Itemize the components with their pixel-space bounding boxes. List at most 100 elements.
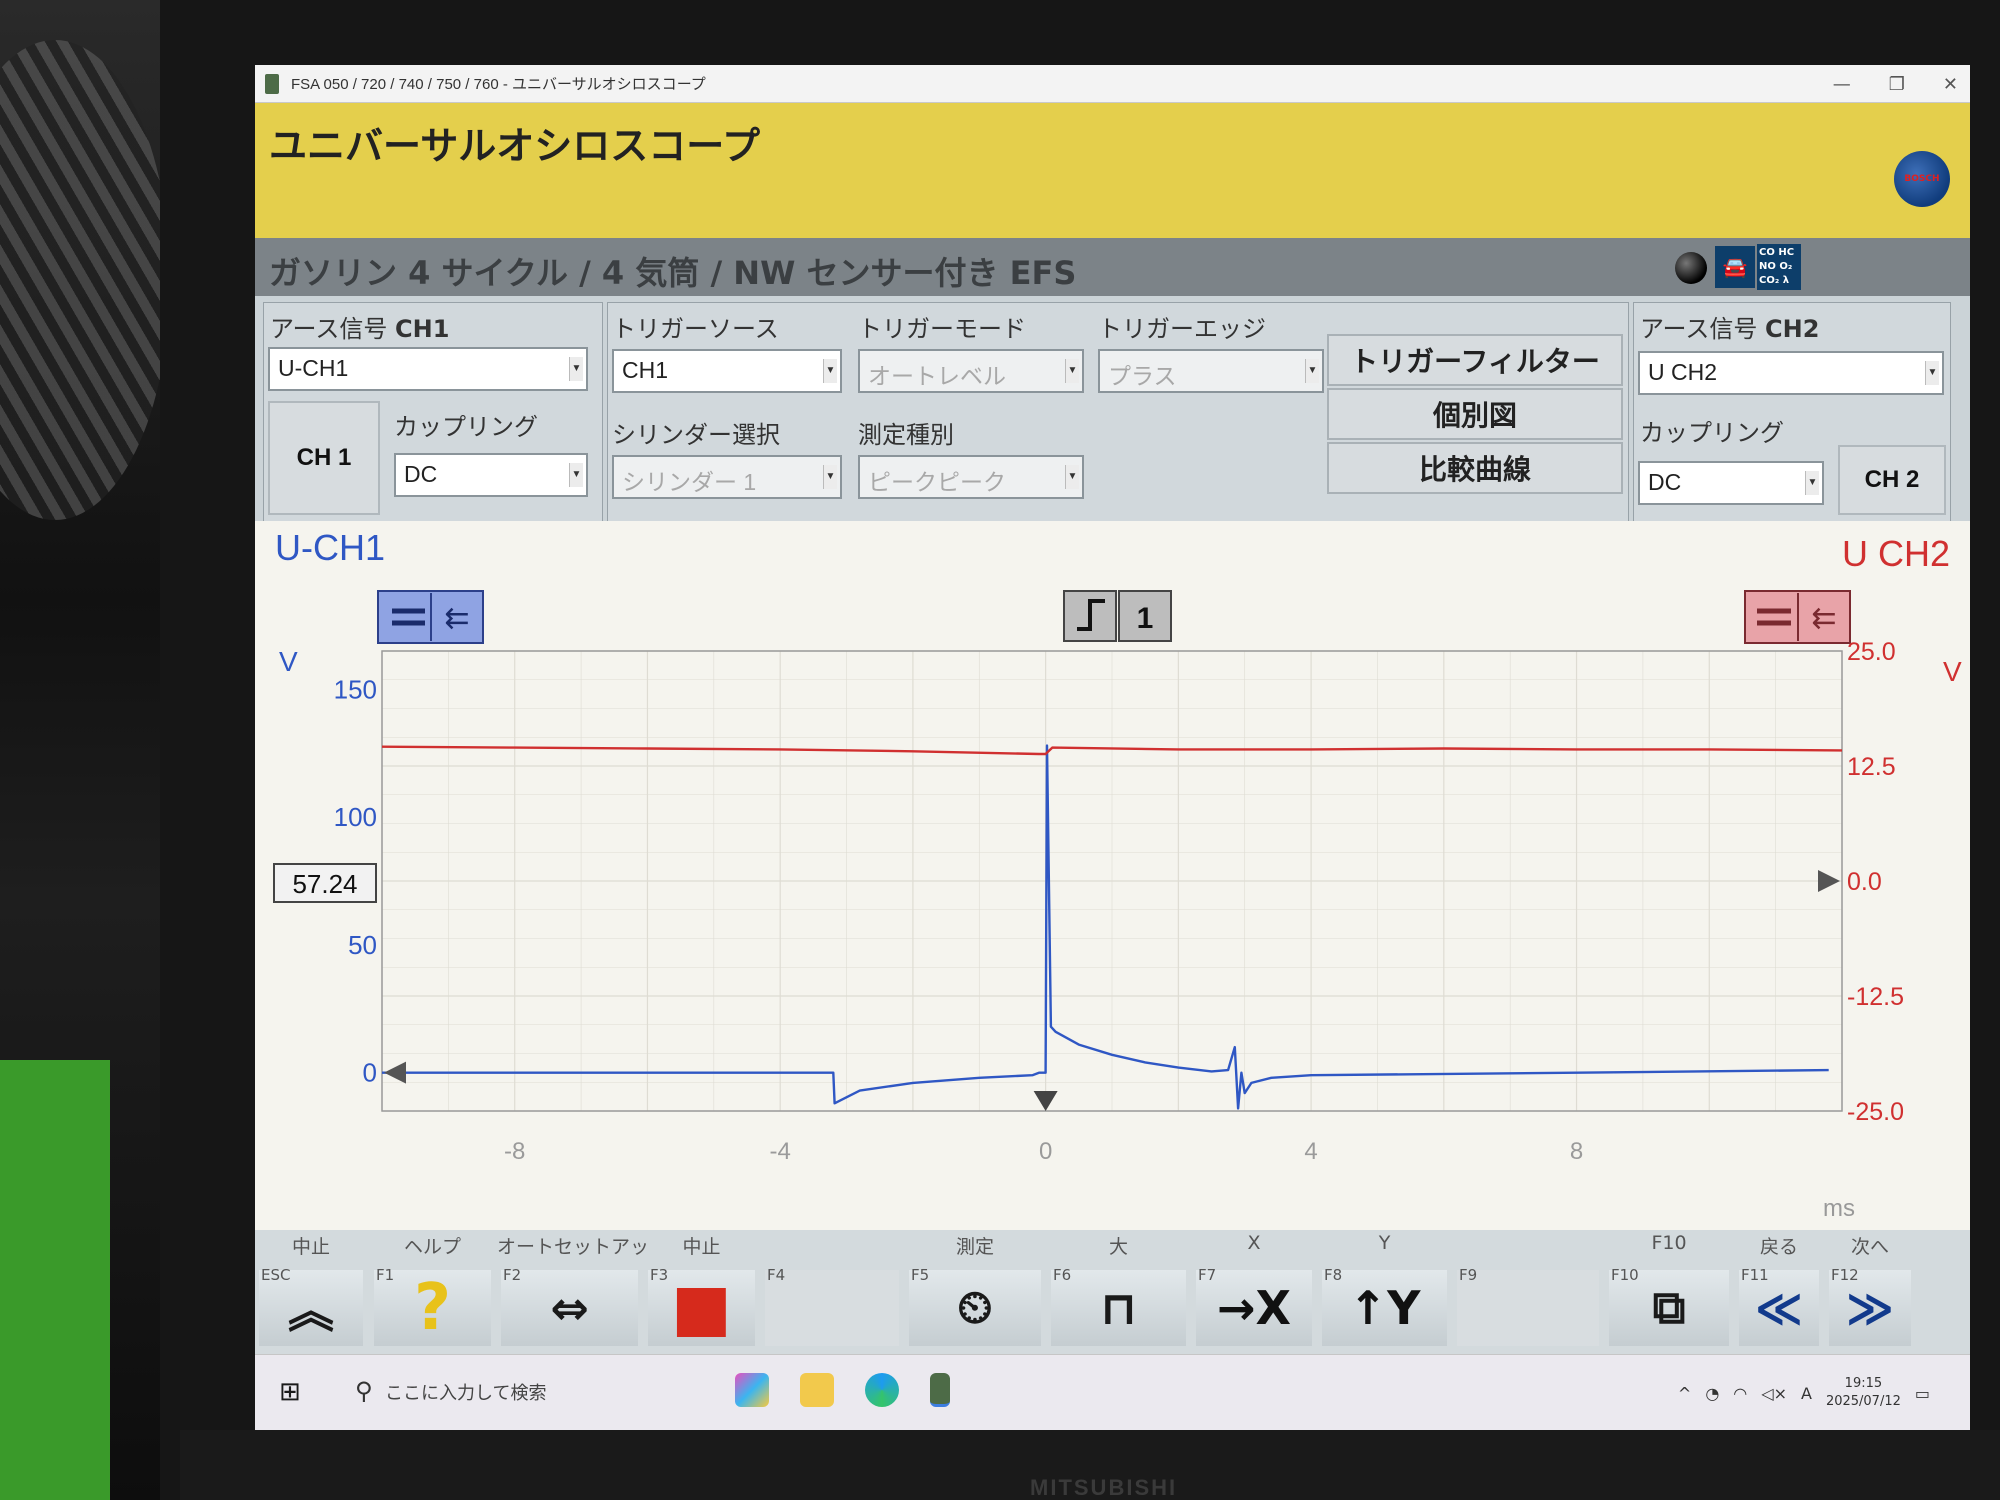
fkey-face[interactable]: ⇔ xyxy=(501,1270,638,1346)
series-line xyxy=(382,744,1829,1110)
volume-muted-icon[interactable]: ◁× xyxy=(1761,1384,1787,1403)
fkey-face[interactable]: ⊓ xyxy=(1051,1270,1186,1346)
fkey-caption: 中止 xyxy=(291,1236,330,1258)
svg-text:⇇: ⇇ xyxy=(444,601,469,636)
x-axis-unit: ms xyxy=(1823,1195,1855,1222)
next-icon: ≫ xyxy=(1845,1281,1895,1335)
fkey-f5[interactable]: 測定 ⏲ F5 xyxy=(905,1230,1045,1350)
compare-curve-button[interactable]: 比較曲線 xyxy=(1327,442,1623,494)
individual-view-button[interactable]: 個別図 xyxy=(1327,388,1623,440)
copilot-icon[interactable] xyxy=(735,1373,769,1407)
app-header: ユニバーサルオシロスコープ BOSCH xyxy=(255,103,1970,238)
y-right-tick-label: -25.0 xyxy=(1847,1098,1904,1126)
ch2-scale-button[interactable]: ⇇ xyxy=(1744,590,1851,644)
edge-browser-icon[interactable] xyxy=(865,1373,899,1407)
fkey-keyname: F4 xyxy=(767,1266,786,1284)
layout-icon: ⧉ xyxy=(1652,1280,1686,1334)
windows-start-icon[interactable]: ⊞ xyxy=(279,1377,301,1407)
trigger-edge-indicator[interactable]: 1 xyxy=(1063,590,1172,642)
fkey-f11[interactable]: 戻る ≪ F11 xyxy=(1735,1230,1823,1350)
monitor-brand: MITSUBISHI xyxy=(1030,1475,1178,1500)
ch1-ground-label: アース信号 CH1 xyxy=(270,315,450,343)
measure-type-select[interactable]: ピークピーク ▼ xyxy=(858,455,1084,499)
cursor-value: 57.24 xyxy=(292,869,357,899)
taskbar-search-input[interactable]: ここに入力して検索 xyxy=(385,1379,546,1405)
minimize-button[interactable]: — xyxy=(1833,74,1851,95)
chevron-down-icon: ▼ xyxy=(569,463,583,487)
fkey-f6[interactable]: 大 ⊓ F6 xyxy=(1047,1230,1190,1350)
system-tray: ^ ◔ ◠ ◁× A 19:15 2025/07/12 ▭ xyxy=(1678,1365,1930,1421)
fkey-f12[interactable]: 次へ ≫ F12 xyxy=(1825,1230,1915,1350)
trigger-position-marker-icon xyxy=(1033,1091,1058,1111)
fkey-f7[interactable]: X →X F7 xyxy=(1192,1230,1316,1350)
trigger-edge-select[interactable]: プラス ▼ xyxy=(1098,349,1324,393)
oscilloscope-app-icon[interactable] xyxy=(930,1373,950,1407)
cursor-value-box[interactable]: 57.24 xyxy=(273,863,377,903)
fkey-keyname: F2 xyxy=(503,1266,522,1284)
ch2-coupling-label: カップリング xyxy=(1640,419,1784,447)
fkey-f1[interactable]: ヘルプ? F1 xyxy=(370,1230,495,1350)
fkey-caption: 中止 xyxy=(682,1236,721,1258)
x-tick-label: 4 xyxy=(1304,1138,1317,1165)
gas-label: CO HC xyxy=(1759,247,1795,258)
chevron-down-icon: ▼ xyxy=(569,357,583,381)
network-icon[interactable]: ◔ xyxy=(1705,1384,1719,1403)
oscilloscope-display[interactable]: U-CH1 U CH2 ⇇ ⇇ 1 V V ms -8 -4 0 4 8 0 5… xyxy=(255,521,1970,1251)
ime-indicator[interactable]: A xyxy=(1801,1384,1812,1403)
chevron-down-icon: ▼ xyxy=(823,359,837,383)
fkey-f3[interactable]: 中止 ■ F3 xyxy=(644,1230,759,1350)
chevron-down-icon: ▼ xyxy=(823,465,837,489)
ch1-settings-group: アース信号 CH1 U-CH1 ▼ CH 1 カップリング DC ▼ xyxy=(263,302,603,524)
fkey-f8[interactable]: Y ↑Y F8 xyxy=(1318,1230,1451,1350)
ch1-ground-marker-icon xyxy=(384,1061,406,1084)
y-left-tick-label: 150 xyxy=(334,674,377,704)
cylinder-select[interactable]: シリンダー 1 ▼ xyxy=(612,455,842,499)
x-arrow-icon: →X xyxy=(1216,1281,1291,1335)
chevron-up-icon[interactable]: ^ xyxy=(1678,1384,1691,1403)
search-icon[interactable]: ⚲ xyxy=(355,1377,373,1405)
ch2-settings-group: アース信号 CH2 U CH2 ▼ カップリング DC ▼ CH 2 xyxy=(1633,302,1951,524)
notification-icon[interactable]: ▭ xyxy=(1915,1384,1930,1403)
ch1-channel-select[interactable]: U-CH1 ▼ xyxy=(268,347,588,391)
ch1-scale-button[interactable]: ⇇ xyxy=(377,590,484,644)
svg-text:⇇: ⇇ xyxy=(1811,601,1836,636)
fkey-keyname: F5 xyxy=(911,1266,930,1284)
y-right-tick-label: 0.0 xyxy=(1847,868,1882,896)
ch2-unit: V xyxy=(1943,656,1962,687)
clock-date: 2025/07/12 xyxy=(1825,1394,1901,1409)
screen: FSA 050 / 720 / 740 / 750 / 760 - ユニバーサル… xyxy=(255,65,1970,1430)
x-tick-label: 8 xyxy=(1570,1138,1583,1165)
fkey-keyname: F8 xyxy=(1324,1266,1343,1284)
close-button[interactable]: ✕ xyxy=(1943,74,1958,95)
plot-grid xyxy=(381,650,1843,1112)
trigger-source-select[interactable]: CH1 ▼ xyxy=(612,349,842,393)
ch1-button[interactable]: CH 1 xyxy=(268,401,380,515)
trigger-mode-select[interactable]: オートレベル ▼ xyxy=(858,349,1084,393)
y-right-tick-label: 25.0 xyxy=(1847,638,1896,666)
y-right-tick-label: -12.5 xyxy=(1847,983,1904,1011)
window-title: FSA 050 / 720 / 740 / 750 / 760 - ユニバーサル… xyxy=(291,76,706,93)
ch2-channel-select[interactable]: U CH2 ▼ xyxy=(1638,351,1944,395)
fkey-f10[interactable]: F10 ⧉ F10 xyxy=(1605,1230,1733,1350)
fkey-caption: 大 xyxy=(1108,1236,1128,1258)
file-explorer-icon[interactable] xyxy=(800,1373,834,1407)
chevron-down-icon: ▼ xyxy=(1925,361,1939,385)
ch2-coupling-select[interactable]: DC ▼ xyxy=(1638,461,1824,505)
axis-ticks: -8 -4 0 4 8 0 50 100 150 25.0 12.5 0.0 -12.5 -25.0 xyxy=(334,638,1904,1165)
trigger-filter-button[interactable]: トリガーフィルター xyxy=(1327,334,1623,386)
ch2-button[interactable]: CH 2 xyxy=(1838,445,1946,515)
car-icon: 🚘 xyxy=(1715,246,1755,288)
help-icon: ? xyxy=(413,1271,452,1345)
vehicle-info-bar: ガソリン 4 サイクル / 4 気筒 / NW センサー付き EFS 🚘 CO … xyxy=(255,238,1970,296)
app-icon xyxy=(265,73,279,94)
fkey-f2[interactable]: オートセットアッ ⇔ F2 xyxy=(497,1230,649,1350)
fkey-caption: 戻る xyxy=(1759,1236,1798,1258)
clock[interactable]: 19:15 2025/07/12 xyxy=(1826,1375,1901,1411)
waveform-plot[interactable]: ⇇ ⇇ 1 V V ms -8 -4 0 4 8 0 50 100 150 25.0 12.5 0.0… xyxy=(255,521,1970,1251)
fkey-esc[interactable]: 中止 ︽ ESC xyxy=(255,1230,367,1350)
fkey-keyname: F12 xyxy=(1831,1266,1859,1284)
ch1-coupling-select[interactable]: DC ▼ xyxy=(394,453,588,497)
ch2-ground-marker-icon xyxy=(1818,870,1840,892)
wifi-icon[interactable]: ◠ xyxy=(1733,1384,1747,1403)
restore-button[interactable]: ❐ xyxy=(1889,74,1905,95)
